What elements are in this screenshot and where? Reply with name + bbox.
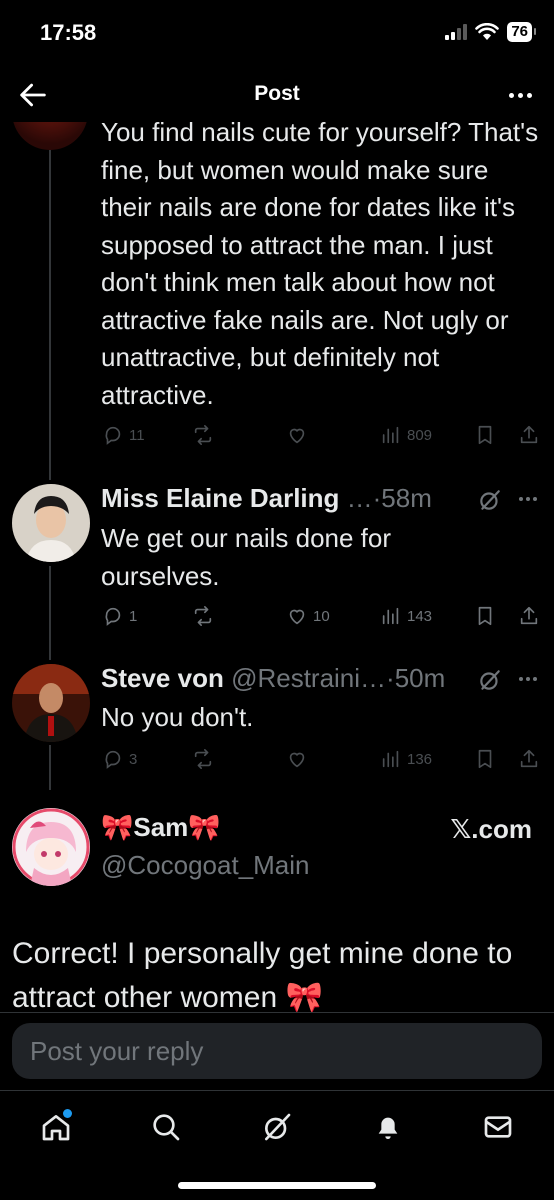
views-button[interactable]: 136 xyxy=(380,748,432,770)
notification-dot xyxy=(63,1109,72,1118)
tweet-text: We get our nails done for ourselves. xyxy=(101,523,392,591)
nav-home[interactable] xyxy=(36,1107,76,1147)
embedded-author-name[interactable]: 🎀Sam🎀 xyxy=(101,812,221,843)
share-button[interactable] xyxy=(518,605,540,627)
views-icon xyxy=(382,426,399,444)
like-button[interactable] xyxy=(286,424,308,446)
grok-icon[interactable] xyxy=(477,667,503,693)
notifications-icon xyxy=(378,1117,398,1139)
home-indicator xyxy=(178,1182,376,1189)
more-options-button[interactable] xyxy=(502,80,538,110)
grok-icon[interactable] xyxy=(477,487,503,513)
reply-input[interactable] xyxy=(12,1023,542,1079)
views-icon xyxy=(382,607,399,625)
heart-icon xyxy=(289,609,305,625)
reply-icon xyxy=(105,750,121,769)
view-count: 809 xyxy=(407,426,433,444)
thread-connector xyxy=(49,566,51,660)
tweet-actions: 1 10 143 xyxy=(100,605,544,635)
reply-count: 11 xyxy=(129,426,145,444)
avatar[interactable] xyxy=(12,808,90,886)
bookmark-button[interactable] xyxy=(474,424,496,446)
share-icon xyxy=(520,749,538,768)
profile-photo xyxy=(12,484,90,562)
tweet-header: Steve von @Restraini…·50m xyxy=(101,663,541,697)
messages-icon xyxy=(484,1116,512,1138)
nav-notifications[interactable] xyxy=(368,1107,408,1147)
profile-photo xyxy=(12,664,90,742)
reply-button[interactable]: 3 xyxy=(102,748,137,770)
tweet-text: No you don't. xyxy=(101,702,254,732)
repost-icon xyxy=(194,749,212,769)
bookmark-icon xyxy=(478,606,492,626)
repost-button[interactable] xyxy=(192,605,214,627)
top-bar: Post xyxy=(0,66,554,122)
embedded-author-handle[interactable]: @Cocogoat_Main xyxy=(101,850,310,881)
avatar[interactable] xyxy=(12,664,90,742)
reply-button[interactable]: 11 xyxy=(102,424,145,446)
tweet-text: You find nails cute for yourself? That's… xyxy=(101,117,539,410)
avatar[interactable] xyxy=(12,484,90,562)
share-icon xyxy=(520,425,538,444)
view-count: 136 xyxy=(407,750,433,768)
reply-button[interactable]: 1 xyxy=(102,605,137,627)
view-count: 143 xyxy=(407,607,433,625)
page-title: Post xyxy=(254,82,300,105)
repost-button[interactable] xyxy=(192,748,214,770)
thread-connector xyxy=(49,150,51,480)
heart-icon xyxy=(289,428,305,444)
thread-connector xyxy=(49,745,51,790)
author-name[interactable]: Miss Elaine Darling xyxy=(101,483,339,513)
tweet-time: ·58m xyxy=(372,483,432,513)
tweet-header: Miss Elaine Darling …·58m xyxy=(101,483,541,517)
tweet-actions: 11 809 xyxy=(100,424,544,454)
views-button[interactable]: 143 xyxy=(380,605,432,627)
repost-button[interactable] xyxy=(192,424,214,446)
heart-icon xyxy=(289,752,305,768)
reply-count: 1 xyxy=(129,607,138,625)
nav-grok[interactable] xyxy=(257,1107,297,1147)
share-button[interactable] xyxy=(518,748,540,770)
like-button[interactable]: 10 xyxy=(286,605,330,627)
nav-search[interactable] xyxy=(146,1107,186,1147)
reply-icon xyxy=(105,426,121,445)
more-options-button[interactable] xyxy=(519,497,537,501)
author-handle[interactable]: … xyxy=(347,483,373,513)
tweet-actions: 3 136 xyxy=(100,748,544,778)
repost-icon xyxy=(194,606,212,626)
post-thread[interactable]: You find nails cute for yourself? That's… xyxy=(0,0,554,1090)
source-label: 𝕏.com xyxy=(450,814,532,844)
profile-photo xyxy=(12,808,90,886)
reply-count: 3 xyxy=(129,750,138,768)
bookmark-icon xyxy=(478,425,492,445)
bookmark-button[interactable] xyxy=(474,605,496,627)
nav-messages[interactable] xyxy=(478,1107,518,1147)
more-options-button[interactable] xyxy=(519,677,537,681)
like-count: 10 xyxy=(313,607,330,625)
views-icon xyxy=(382,750,399,768)
bookmark-button[interactable] xyxy=(474,748,496,770)
share-icon xyxy=(520,606,538,625)
reply-bar xyxy=(0,1012,554,1090)
share-button[interactable] xyxy=(518,424,540,446)
like-button[interactable] xyxy=(286,748,308,770)
repost-icon xyxy=(194,425,212,445)
author-name[interactable]: Steve von xyxy=(101,663,224,693)
grok-icon xyxy=(265,1113,291,1141)
bookmark-icon xyxy=(478,749,492,769)
reply-icon xyxy=(105,607,121,626)
tweet-time: ·50m xyxy=(386,663,446,693)
views-button[interactable]: 809 xyxy=(380,424,432,446)
author-handle[interactable]: @Restraini… xyxy=(231,663,386,693)
search-icon xyxy=(153,1114,180,1141)
embedded-post-text: Correct! I personally get mine done to a… xyxy=(12,937,513,1014)
